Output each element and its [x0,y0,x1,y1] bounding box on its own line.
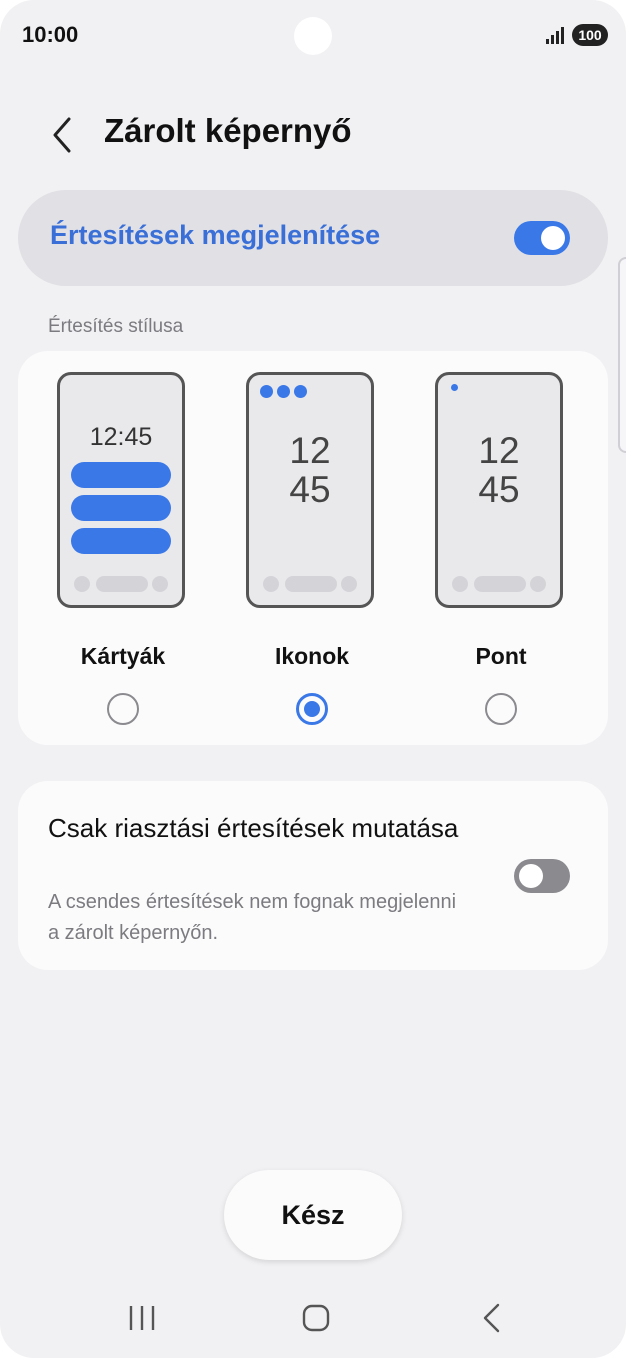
back-button[interactable] [40,110,84,160]
preview-app-icon [277,385,290,398]
preview-clock-minutes: 45 [289,469,331,510]
preview-nav-pill [285,576,337,592]
preview-clock-hours: 12 [289,430,331,471]
recents-icon [129,1306,155,1330]
option-label-cards: Kártyák [80,643,166,669]
signal-icon [546,27,564,44]
alert-only-title: Csak riasztási értesítések mutatása [48,813,459,843]
alert-only-row[interactable]: Csak riasztási értesítések mutatása A cs… [18,781,608,970]
preview-nav-pill [474,576,526,592]
preview-nav-dot [530,576,546,592]
option-label-dot: Pont [475,643,527,669]
style-preview-dot[interactable]: 12 45 [435,372,563,608]
done-button-label: Kész [281,1199,345,1230]
preview-notification-dot [451,384,458,391]
preview-nav-dot [152,576,168,592]
home-button[interactable] [286,1296,346,1340]
recents-button[interactable] [112,1296,172,1340]
home-icon [302,1304,330,1332]
side-scroll-handle[interactable] [618,257,626,453]
preview-clock: 12 45 [438,431,560,509]
nav-back-button[interactable] [462,1296,522,1340]
battery-level: 100 [578,27,602,43]
style-preview-icons[interactable]: 12 45 [246,372,374,608]
notification-style-card: 12:45 12 45 12 45 Kártyák Ikonok Pont [18,351,608,745]
preview-notification-card [71,495,171,521]
radio-cards[interactable] [107,693,139,725]
page-title: Zárolt képernyő [104,112,352,149]
camera-cutout [294,17,332,55]
preview-clock-hours: 12 [478,430,520,471]
preview-nav-dot [263,576,279,592]
lock-screen-settings: 10:00 100 Zárolt képernyő Értesítések me… [0,0,626,1358]
notification-style-label: Értesítés stílusa [48,316,184,337]
show-notifications-row[interactable]: Értesítések megjelenítése [18,190,608,286]
preview-clock: 12 45 [249,431,371,509]
option-label-icons: Ikonok [274,643,350,669]
preview-clock: 12:45 [89,423,153,451]
back-icon [483,1303,500,1333]
preview-notification-card [71,528,171,554]
style-preview-cards[interactable]: 12:45 [57,372,185,608]
preview-app-icon [260,385,273,398]
radio-icons[interactable] [296,693,328,725]
preview-clock-minutes: 45 [478,469,520,510]
preview-app-icon [294,385,307,398]
alert-only-switch[interactable] [514,859,570,893]
show-notifications-label: Értesítések megjelenítése [50,220,381,250]
preview-nav-dot [341,576,357,592]
radio-dot[interactable] [485,693,517,725]
status-time: 10:00 [22,22,79,47]
battery-icon: 100 [572,24,608,46]
done-button[interactable]: Kész [224,1170,402,1260]
preview-nav-pill [96,576,148,592]
preview-nav-dot [74,576,90,592]
switch-knob [541,226,565,250]
chevron-left-icon [53,117,71,153]
preview-nav-dot [452,576,468,592]
switch-knob [519,864,543,888]
preview-notification-card [71,462,171,488]
show-notifications-switch[interactable] [514,221,570,255]
alert-only-description: A csendes értesítések nem fognak megjele… [48,891,457,944]
